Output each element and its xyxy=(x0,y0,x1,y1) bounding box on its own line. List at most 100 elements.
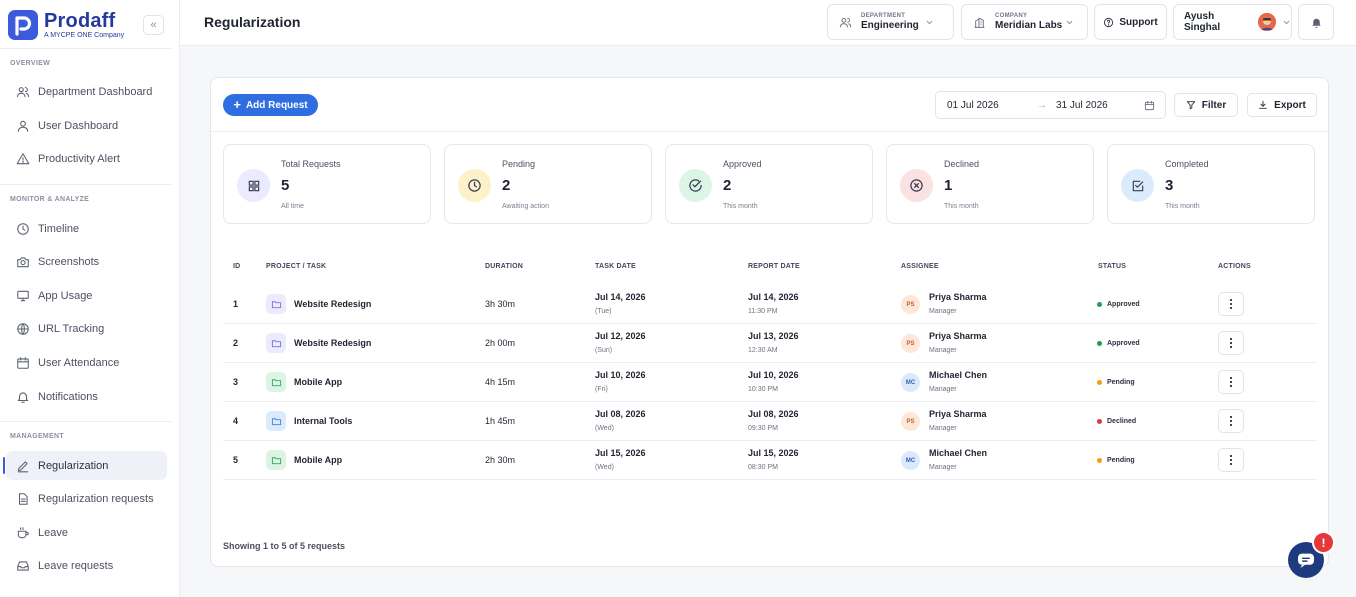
folder-icon xyxy=(266,294,286,314)
stat-label: Total Requests xyxy=(281,159,341,169)
brand-name: Prodaff xyxy=(44,9,116,32)
support-label: Support xyxy=(1119,16,1158,28)
plus-icon: + xyxy=(233,97,241,112)
page-title: Regularization xyxy=(204,14,301,30)
chevron-down-icon xyxy=(925,18,934,27)
sidebar-item-timeline[interactable]: Timeline xyxy=(6,214,167,243)
task-day: (Sun) xyxy=(595,347,613,354)
status-badge: Approved xyxy=(1097,340,1140,347)
project-name[interactable]: Website Redesign xyxy=(294,299,371,309)
more-vertical-icon xyxy=(1229,337,1233,349)
stat-card-declined: Declined 1 This month xyxy=(886,144,1094,224)
sidebar-item-regularization[interactable]: Regularization xyxy=(3,451,167,480)
filter-button[interactable]: Filter xyxy=(1174,93,1238,117)
report-time: 09:30 PM xyxy=(748,425,778,432)
stat-icon-wrap xyxy=(679,169,712,202)
pagination-summary: Showing 1 to 5 of 5 requests xyxy=(223,541,346,551)
status-label: Approved xyxy=(1107,340,1140,347)
top-header: Regularization DEPARTMENT Engineering CO… xyxy=(180,0,1356,46)
project-name[interactable]: Mobile App xyxy=(294,455,342,465)
alert-triangle-icon xyxy=(16,152,30,166)
date-to[interactable]: 31 Jul 2026 xyxy=(1056,100,1144,111)
check-circle-icon xyxy=(688,178,703,193)
sidebar-item-notifications[interactable]: Notifications xyxy=(6,382,167,411)
stat-icon-wrap xyxy=(900,169,933,202)
sidebar-item-url-tracking[interactable]: URL Tracking xyxy=(6,314,167,343)
regularization-card: + Add Request 01 Jul 2026 → 31 Jul 2026 … xyxy=(210,77,1329,567)
stat-value: 1 xyxy=(944,177,953,194)
report-date: Jul 15, 2026 xyxy=(748,448,799,458)
date-from[interactable]: 01 Jul 2026 xyxy=(947,100,1037,111)
assignee-name: Priya Sharma xyxy=(929,292,987,302)
stat-label: Pending xyxy=(502,159,536,169)
column-header-id: ID xyxy=(233,263,241,270)
notifications-button[interactable] xyxy=(1298,4,1334,40)
nav-section-management: MANAGEMENT xyxy=(10,433,64,440)
assignee-name: Michael Chen xyxy=(929,448,988,458)
stat-subtext: Awaiting action xyxy=(502,203,549,210)
department-value: Engineering xyxy=(861,20,919,31)
user-menu[interactable]: Ayush Singhal xyxy=(1173,4,1292,40)
department-selector[interactable]: DEPARTMENT Engineering xyxy=(827,4,954,40)
status-label: Declined xyxy=(1107,418,1137,425)
project-name[interactable]: Website Redesign xyxy=(294,338,371,348)
date-arrow: → xyxy=(1037,99,1047,111)
sidebar-item-regularization-requests[interactable]: Regularization requests xyxy=(6,484,167,513)
export-button[interactable]: Export xyxy=(1247,93,1317,117)
duration: 4h 15m xyxy=(485,377,516,387)
row-actions-button[interactable] xyxy=(1218,409,1244,433)
stat-icon-wrap xyxy=(1121,169,1154,202)
sidebar-item-leave-requests[interactable]: Leave requests xyxy=(6,551,167,580)
assignee-avatar: MC xyxy=(901,373,920,392)
pencil-icon xyxy=(16,459,30,473)
row-actions-button[interactable] xyxy=(1218,292,1244,316)
row-actions-button[interactable] xyxy=(1218,331,1244,355)
sidebar-item-label: Productivity Alert xyxy=(38,152,120,165)
duration: 1h 45m xyxy=(485,416,516,426)
assignee-role: Manager xyxy=(929,308,957,315)
status-dot xyxy=(1097,380,1102,385)
column-header-report-date: REPORT DATE xyxy=(748,263,800,270)
nav-section-monitor: MONITOR & ANALYZE xyxy=(10,196,90,203)
stat-icon-wrap xyxy=(458,169,491,202)
report-time: 08:30 PM xyxy=(748,464,778,471)
sidebar-divider xyxy=(0,48,172,49)
task-date: Jul 15, 2026 xyxy=(595,448,646,458)
bell-icon xyxy=(1310,16,1323,29)
clock-icon xyxy=(467,178,482,193)
sidebar-item-label: Notifications xyxy=(38,390,98,403)
status-dot xyxy=(1097,419,1102,424)
sidebar-item-department-dashboard[interactable]: Department Dashboard xyxy=(6,77,167,106)
brand-logo[interactable]: Prodaff A MYCPE ONE Company xyxy=(8,10,124,40)
project-name[interactable]: Internal Tools xyxy=(294,416,352,426)
status-label: Pending xyxy=(1107,379,1135,386)
report-time: 12:30 AM xyxy=(748,347,778,354)
add-request-button[interactable]: + Add Request xyxy=(223,94,318,116)
row-actions-button[interactable] xyxy=(1218,370,1244,394)
add-request-label: Add Request xyxy=(245,99,308,111)
collapse-sidebar-button[interactable]: « xyxy=(143,15,164,35)
support-button[interactable]: Support xyxy=(1094,4,1167,40)
sidebar-item-screenshots[interactable]: Screenshots xyxy=(6,247,167,276)
stat-value: 3 xyxy=(1165,177,1174,194)
stat-card-completed: Completed 3 This month xyxy=(1107,144,1315,224)
sidebar-item-app-usage[interactable]: App Usage xyxy=(6,281,167,310)
stat-subtext: This month xyxy=(1165,203,1200,210)
date-range-picker[interactable]: 01 Jul 2026 → 31 Jul 2026 xyxy=(935,91,1166,119)
report-time: 11:30 PM xyxy=(748,308,778,315)
calendar-icon[interactable] xyxy=(1144,100,1155,111)
column-header-duration: DURATION xyxy=(485,263,524,270)
sidebar-item-label: Leave xyxy=(38,526,68,539)
sidebar-item-user-attendance[interactable]: User Attendance xyxy=(6,348,167,377)
folder-icon xyxy=(266,333,286,353)
sidebar-divider xyxy=(0,184,172,185)
table-row: 4 Internal Tools 1h 45m Jul 08, 2026 (Wed) Ju… xyxy=(223,402,1317,441)
sidebar-item-leave[interactable]: Leave xyxy=(6,518,167,547)
company-selector[interactable]: COMPANY Meridian Labs xyxy=(961,4,1088,40)
status-badge: Pending xyxy=(1097,379,1135,386)
sidebar-item-productivity-alert[interactable]: Productivity Alert xyxy=(6,144,167,173)
row-actions-button[interactable] xyxy=(1218,448,1244,472)
user-icon xyxy=(16,119,30,133)
sidebar-item-user-dashboard[interactable]: User Dashboard xyxy=(6,111,167,140)
project-name[interactable]: Mobile App xyxy=(294,377,342,387)
